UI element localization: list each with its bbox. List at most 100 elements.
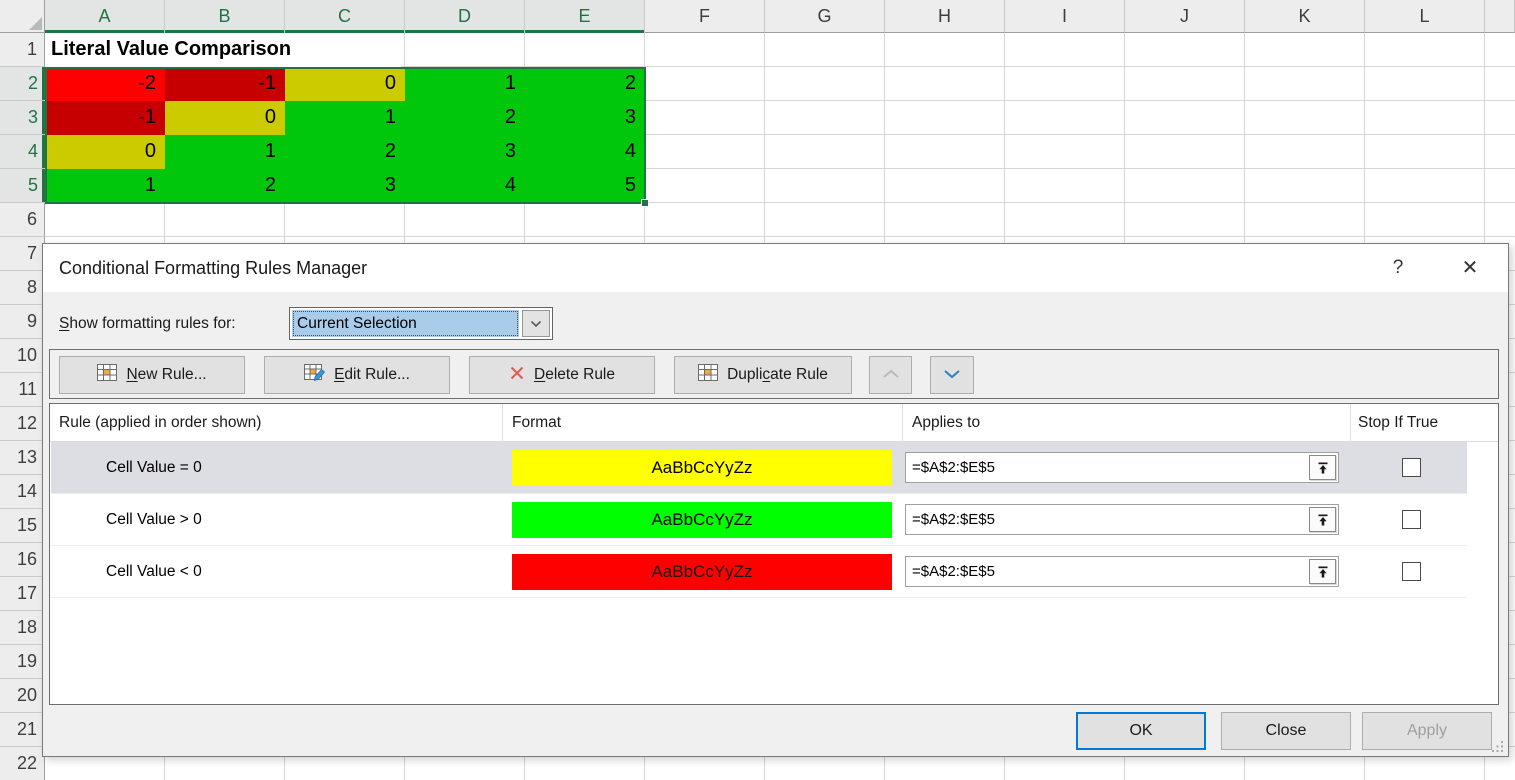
edit-rule-button[interactable]: Edit Rule...	[264, 356, 450, 394]
dialog-titlebar[interactable]: Conditional Formatting Rules Manager ? ✕	[43, 244, 1508, 292]
chevron-down-icon[interactable]	[522, 310, 550, 337]
applies-to-range: =$A$2:$E$5	[912, 453, 995, 482]
row-header-9[interactable]: 9	[0, 305, 45, 339]
row-header-6[interactable]: 6	[0, 203, 45, 237]
close-button[interactable]: Close	[1221, 712, 1351, 750]
row-header-17[interactable]: 17	[0, 577, 45, 611]
rule-row[interactable]: Cell Value < 0AaBbCcYyZz=$A$2:$E$5	[51, 546, 1467, 598]
row-header-4[interactable]: 4	[0, 135, 45, 169]
column-header-K[interactable]: K	[1245, 0, 1365, 33]
cell-D4[interactable]: 3	[405, 135, 525, 169]
column-header-A[interactable]: A	[45, 0, 165, 33]
cell-E5[interactable]: 5	[525, 169, 645, 203]
new-rule-label: New Rule...	[126, 366, 206, 384]
delete-rule-button[interactable]: Delete Rule	[469, 356, 655, 394]
ok-button[interactable]: OK	[1076, 712, 1206, 750]
collapse-dialog-button[interactable]	[1309, 559, 1336, 584]
apply-button[interactable]: Apply	[1362, 712, 1492, 750]
row-header-19[interactable]: 19	[0, 645, 45, 679]
applies-to-field[interactable]: =$A$2:$E$5	[905, 452, 1339, 483]
column-header-D[interactable]: D	[405, 0, 525, 33]
cell-A4[interactable]: 0	[45, 135, 165, 169]
cf-rules-manager-dialog: Conditional Formatting Rules Manager ? ✕…	[42, 243, 1509, 757]
rule-description: Cell Value > 0	[106, 494, 202, 546]
row-header-18[interactable]: 18	[0, 611, 45, 645]
collapse-dialog-button[interactable]	[1309, 455, 1336, 480]
cell-B2[interactable]: -1	[165, 67, 285, 101]
row-header-1[interactable]: 1	[0, 33, 45, 67]
row-header-20[interactable]: 20	[0, 679, 45, 713]
cell-A2[interactable]: -2	[45, 67, 165, 101]
applies-to-field[interactable]: =$A$2:$E$5	[905, 504, 1339, 535]
row-header-10[interactable]: 10	[0, 339, 45, 373]
row-header-8[interactable]: 8	[0, 271, 45, 305]
red-x-icon	[509, 365, 525, 386]
cell-A5[interactable]: 1	[45, 169, 165, 203]
collapse-dialog-icon	[1316, 513, 1330, 527]
cell-D3[interactable]: 2	[405, 101, 525, 135]
row-header-21[interactable]: 21	[0, 713, 45, 747]
move-rule-down-button[interactable]	[930, 356, 974, 394]
column-header-H[interactable]: H	[885, 0, 1005, 33]
help-button[interactable]: ?	[1378, 244, 1418, 292]
show-rules-dropdown[interactable]: Current Selection	[289, 307, 553, 340]
column-header-partial[interactable]	[1485, 0, 1515, 33]
row-header-3[interactable]: 3	[0, 101, 45, 135]
cell-D5[interactable]: 4	[405, 169, 525, 203]
table-grid-icon	[698, 364, 718, 386]
show-rules-dropdown-value: Current Selection	[292, 310, 519, 337]
cell-B5[interactable]: 2	[165, 169, 285, 203]
row-header-15[interactable]: 15	[0, 509, 45, 543]
stop-if-true-checkbox[interactable]	[1402, 562, 1421, 581]
column-header-C[interactable]: C	[285, 0, 405, 33]
rule-row[interactable]: Cell Value = 0AaBbCcYyZz=$A$2:$E$5	[51, 442, 1467, 494]
row-header-22[interactable]: 22	[0, 747, 45, 780]
select-all-button[interactable]	[0, 0, 45, 33]
delete-rule-label: Delete Rule	[534, 366, 615, 384]
new-rule-button[interactable]: New Rule...	[59, 356, 245, 394]
column-header-E[interactable]: E	[525, 0, 645, 33]
row-header-14[interactable]: 14	[0, 475, 45, 509]
column-header-L[interactable]: L	[1365, 0, 1485, 33]
dialog-title: Conditional Formatting Rules Manager	[59, 244, 367, 292]
collapse-dialog-icon	[1316, 565, 1330, 579]
select-all-triangle-icon	[29, 17, 42, 30]
column-header-G[interactable]: G	[765, 0, 885, 33]
column-header-F[interactable]: F	[645, 0, 765, 33]
applies-to-field[interactable]: =$A$2:$E$5	[905, 556, 1339, 587]
table-grid-icon	[97, 364, 117, 386]
row-header-11[interactable]: 11	[0, 373, 45, 407]
cell-B3[interactable]: 0	[165, 101, 285, 135]
cell-E3[interactable]: 3	[525, 101, 645, 135]
dialog-close-icon[interactable]: ✕	[1450, 244, 1490, 292]
row-header-16[interactable]: 16	[0, 543, 45, 577]
row-header-13[interactable]: 13	[0, 441, 45, 475]
cell-D2[interactable]: 1	[405, 67, 525, 101]
cell-E2[interactable]: 2	[525, 67, 645, 101]
cell-C3[interactable]: 1	[285, 101, 405, 135]
collapse-dialog-button[interactable]	[1309, 507, 1336, 532]
cell-C4[interactable]: 2	[285, 135, 405, 169]
row-header-2[interactable]: 2	[0, 67, 45, 101]
cell-B4[interactable]: 1	[165, 135, 285, 169]
row-header-7[interactable]: 7	[0, 237, 45, 271]
cell-C5[interactable]: 3	[285, 169, 405, 203]
stop-if-true-checkbox[interactable]	[1402, 458, 1421, 477]
cell-a1-title[interactable]: Literal Value Comparison	[45, 33, 401, 67]
cell-E4[interactable]: 4	[525, 135, 645, 169]
resize-grip[interactable]	[1492, 740, 1504, 752]
cell-C2[interactable]: 0	[285, 67, 405, 101]
stop-if-true-checkbox[interactable]	[1402, 510, 1421, 529]
rule-description: Cell Value < 0	[106, 546, 202, 598]
move-rule-up-button[interactable]	[869, 356, 912, 394]
column-header-J[interactable]: J	[1125, 0, 1245, 33]
column-header-I[interactable]: I	[1005, 0, 1125, 33]
row-header-12[interactable]: 12	[0, 407, 45, 441]
row-header-5[interactable]: 5	[0, 169, 45, 203]
column-header-B[interactable]: B	[165, 0, 285, 33]
cell-A3[interactable]: -1	[45, 101, 165, 135]
rule-row[interactable]: Cell Value > 0AaBbCcYyZz=$A$2:$E$5	[51, 494, 1467, 546]
duplicate-rule-button[interactable]: Duplicate Rule	[674, 356, 852, 394]
rules-list-header: Rule (applied in order shown) Format App…	[50, 404, 1498, 442]
table-pencil-icon	[304, 364, 325, 387]
